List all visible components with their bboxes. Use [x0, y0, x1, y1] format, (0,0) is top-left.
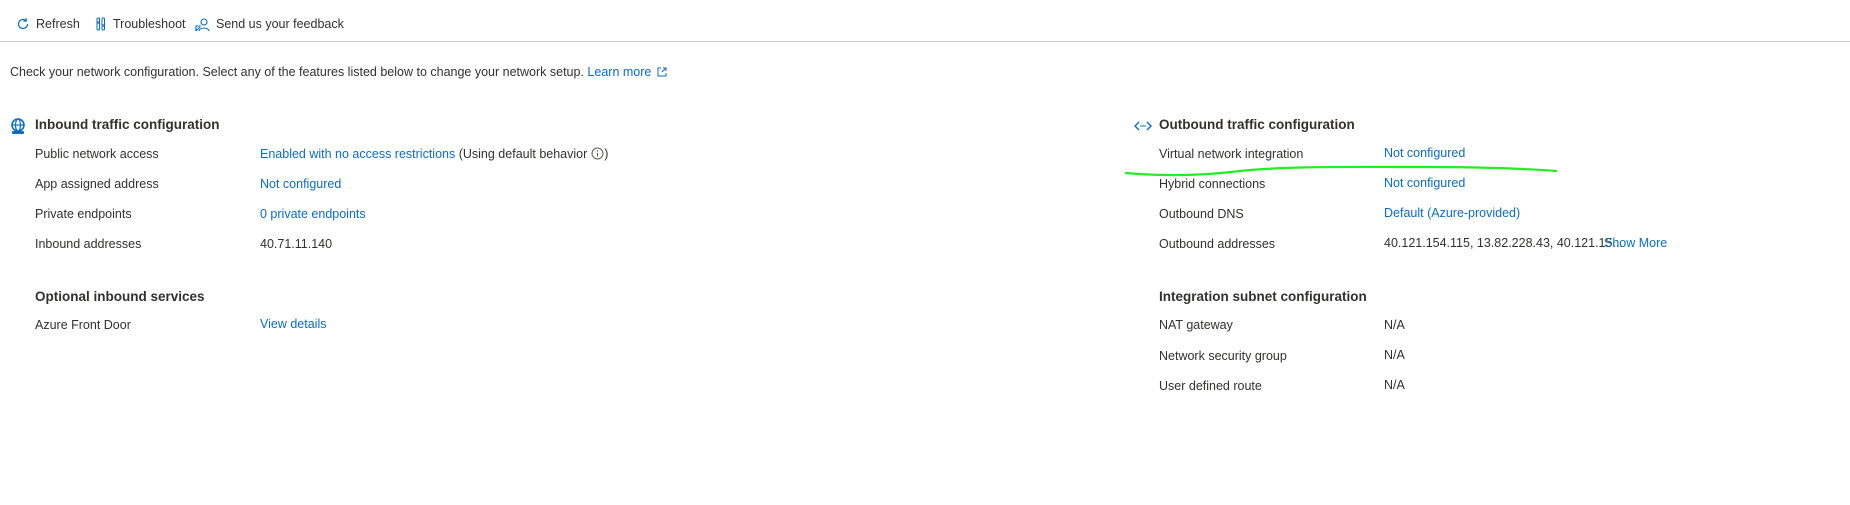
feedback-button[interactable]: Send us your feedback: [195, 14, 344, 34]
user-defined-route-value: N/A: [1384, 378, 1405, 392]
hybrid-connections-link[interactable]: Not configured: [1384, 176, 1465, 190]
app-assigned-address-label: App assigned address: [35, 177, 159, 191]
intro-text: Check your network configuration. Select…: [10, 65, 667, 79]
nat-gateway-label: NAT gateway: [1159, 318, 1233, 332]
app-assigned-address-link[interactable]: Not configured: [260, 177, 341, 191]
inbound-addresses-label: Inbound addresses: [35, 237, 142, 251]
troubleshoot-button[interactable]: Troubleshoot: [95, 14, 186, 34]
command-bar: Refresh Troubleshoot Send us your feedba…: [0, 0, 1850, 42]
hybrid-connections-label: Hybrid connections: [1159, 177, 1266, 191]
close-paren: ): [604, 147, 609, 161]
public-network-access-link[interactable]: Enabled with no access restrictions: [260, 147, 455, 161]
user-defined-route-label: User defined route: [1159, 379, 1262, 393]
refresh-button[interactable]: Refresh: [16, 14, 80, 34]
private-endpoints-link[interactable]: 0 private endpoints: [260, 207, 366, 221]
inbound-addresses-value: 40.71.11.140: [260, 237, 333, 251]
outbound-dns-link[interactable]: Default (Azure-provided): [1384, 206, 1520, 220]
annotation-underline: [1124, 165, 1558, 177]
optional-inbound-section-title: Optional inbound services: [35, 289, 205, 304]
integration-subnet-section-title: Integration subnet configuration: [1159, 289, 1367, 304]
feedback-label: Send us your feedback: [216, 17, 344, 31]
outbound-addresses-value: 40.121.154.115, 13.82.228.43, 40.121.15.…: [1384, 236, 1623, 250]
outbound-section-title: Outbound traffic configuration: [1159, 117, 1355, 132]
troubleshoot-label: Troubleshoot: [113, 17, 186, 31]
feedback-icon: [195, 17, 210, 31]
info-icon[interactable]: [591, 147, 604, 160]
virtual-network-integration-label: Virtual network integration: [1159, 147, 1304, 161]
learn-more-link[interactable]: Learn more: [587, 65, 667, 79]
troubleshoot-icon: [96, 17, 105, 31]
outbound-addresses-label: Outbound addresses: [1159, 237, 1276, 251]
inbound-section-title: Inbound traffic configuration: [35, 117, 220, 132]
external-link-icon: [657, 67, 667, 77]
show-more-link[interactable]: Show More: [1604, 236, 1667, 250]
public-network-access-value: Enabled with no access restrictions (Usi…: [260, 147, 608, 161]
azure-front-door-label: Azure Front Door: [35, 318, 131, 332]
private-endpoints-label: Private endpoints: [35, 207, 132, 221]
outbound-arrows-icon: [1134, 121, 1152, 131]
refresh-icon: [17, 18, 29, 30]
default-behavior-note: (Using default behavior: [458, 147, 588, 161]
nat-gateway-value: N/A: [1384, 318, 1405, 332]
network-security-group-label: Network security group: [1159, 349, 1287, 363]
learn-more-label: Learn more: [587, 65, 652, 79]
refresh-label: Refresh: [36, 17, 80, 31]
virtual-network-integration-link[interactable]: Not configured: [1384, 146, 1465, 160]
view-details-link[interactable]: View details: [260, 317, 326, 331]
intro-description: Check your network configuration. Select…: [10, 65, 584, 79]
inbound-globe-icon: [11, 118, 25, 134]
network-security-group-value: N/A: [1384, 348, 1405, 362]
public-network-access-label: Public network access: [35, 147, 159, 161]
outbound-dns-label: Outbound DNS: [1159, 207, 1244, 221]
